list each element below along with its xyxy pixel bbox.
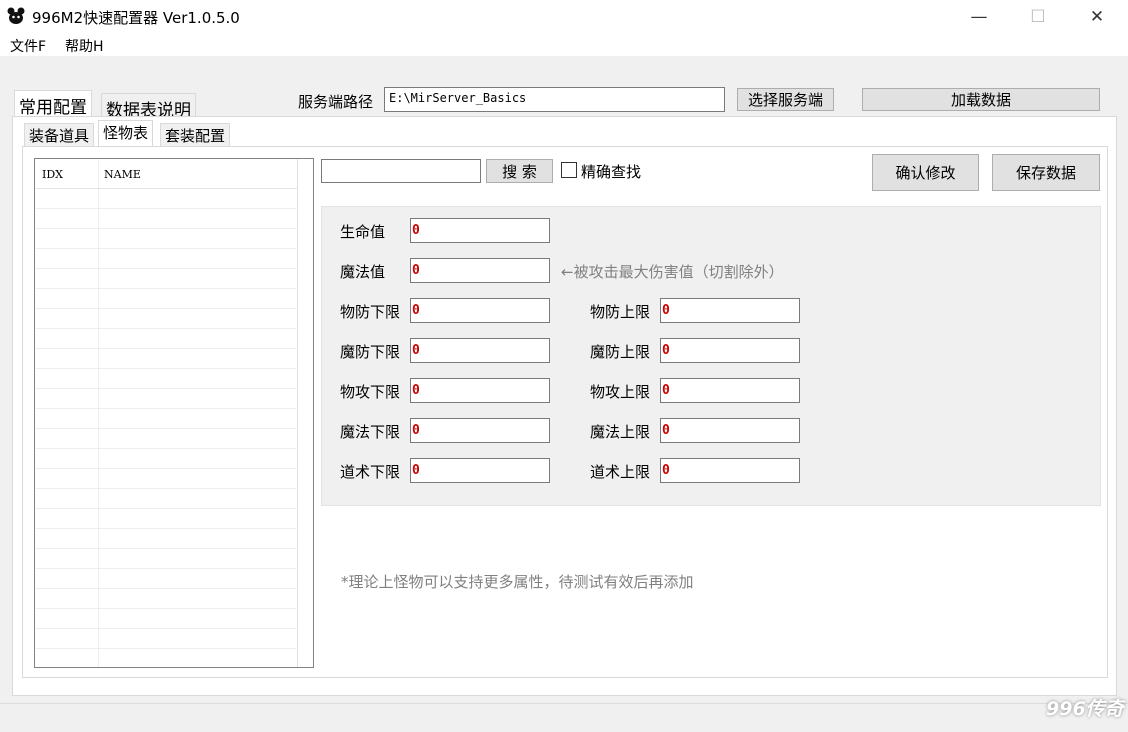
list-row-line [36, 388, 298, 389]
ac-min-label: 物防下限 [340, 303, 401, 321]
list-row-line [36, 588, 298, 589]
mc-min-label: 魔法下限 [340, 423, 401, 441]
watermark: 996传奇 [1046, 698, 1124, 720]
tab-monster-table[interactable]: 怪物表 [98, 120, 154, 147]
list-row-line [36, 548, 298, 549]
ac-max-field[interactable]: 0 [660, 298, 800, 323]
save-data-button[interactable]: 保存数据 [992, 154, 1100, 191]
list-column-divider [98, 159, 99, 667]
dc-max-label: 物攻上限 [590, 383, 651, 401]
search-input[interactable] [321, 159, 481, 183]
list-row-line [36, 228, 298, 229]
mp-label: 魔法值 [340, 263, 386, 281]
mac-min-label: 魔防下限 [340, 343, 401, 361]
close-icon: ✕ [1089, 7, 1105, 27]
sc-max-label: 道术上限 [590, 463, 651, 481]
sc-max-field[interactable]: 0 [660, 458, 800, 483]
confirm-edit-button[interactable]: 确认修改 [872, 154, 979, 191]
app-icon [6, 6, 26, 26]
monster-list[interactable]: IDX NAME [34, 158, 314, 668]
ac-max-label: 物防上限 [590, 303, 651, 321]
list-row-line [36, 468, 298, 469]
dc-max-field[interactable]: 0 [660, 378, 800, 403]
mp-hint: ←被攻击最大伤害值（切割除外） [561, 263, 784, 281]
list-row-line [36, 608, 298, 609]
attributes-note: *理论上怪物可以支持更多属性，待测试有效后再添加 [341, 573, 694, 591]
menu-bar [0, 34, 1128, 56]
list-row-line [36, 288, 298, 289]
list-row-line [36, 268, 298, 269]
status-bar-divider [0, 703, 1128, 704]
list-row-line [36, 448, 298, 449]
list-row-line [36, 428, 298, 429]
minimize-button[interactable]: — [950, 0, 1008, 34]
close-button[interactable]: ✕ [1068, 0, 1126, 34]
exact-search-label[interactable]: 精确查找 [581, 161, 641, 182]
exact-search-checkbox[interactable] [561, 162, 577, 178]
tab-set-config[interactable]: 套装配置 [160, 123, 231, 146]
window-title: 996M2快速配置器 Ver1.0.5.0 [32, 9, 240, 27]
mc-max-label: 魔法上限 [590, 423, 651, 441]
list-row-line [36, 208, 298, 209]
list-row-line [36, 568, 298, 569]
minimize-icon: — [970, 7, 988, 27]
mac-min-field[interactable]: 0 [410, 338, 550, 363]
dc-min-field[interactable]: 0 [410, 378, 550, 403]
sc-min-label: 道术下限 [340, 463, 401, 481]
list-row-line [36, 328, 298, 329]
list-row-line [36, 308, 298, 309]
mac-max-label: 魔防上限 [590, 343, 651, 361]
list-row-line [36, 348, 298, 349]
search-button[interactable]: 搜 索 [486, 159, 553, 183]
maximize-icon: ☐ [1030, 7, 1046, 27]
load-data-button[interactable]: 加载数据 [862, 88, 1100, 111]
list-row-line [36, 368, 298, 369]
maximize-button[interactable]: ☐ [1009, 0, 1067, 34]
hp-field[interactable]: 0 [410, 218, 550, 243]
sc-min-field[interactable]: 0 [410, 458, 550, 483]
list-row-line [36, 628, 298, 629]
list-row-line [36, 408, 298, 409]
tab-data-table-help[interactable]: 数据表说明 [101, 93, 196, 121]
tab-equipment[interactable]: 装备道具 [24, 123, 95, 146]
list-row-line [36, 528, 298, 529]
list-row-line [36, 648, 298, 649]
mp-field[interactable]: 0 [410, 258, 550, 283]
tab-common-config[interactable]: 常用配置 [14, 90, 92, 118]
list-row-line [36, 508, 298, 509]
server-path-label: 服务端路径 [298, 93, 374, 111]
list-header-name[interactable]: NAME [104, 168, 141, 181]
ac-min-field[interactable]: 0 [410, 298, 550, 323]
list-row-line [36, 248, 298, 249]
list-header-idx[interactable]: IDX [42, 168, 63, 181]
list-column-divider [297, 159, 298, 667]
server-path-input[interactable]: E:\MirServer_Basics [384, 87, 725, 112]
mc-max-field[interactable]: 0 [660, 418, 800, 443]
mac-max-field[interactable]: 0 [660, 338, 800, 363]
list-header-divider [36, 188, 298, 189]
dc-min-label: 物攻下限 [340, 383, 401, 401]
list-row-line [36, 488, 298, 489]
mc-min-field[interactable]: 0 [410, 418, 550, 443]
menu-help[interactable]: 帮助H [65, 36, 104, 56]
hp-label: 生命值 [340, 223, 386, 241]
menu-file[interactable]: 文件F [10, 36, 46, 56]
select-server-button[interactable]: 选择服务端 [737, 88, 834, 111]
